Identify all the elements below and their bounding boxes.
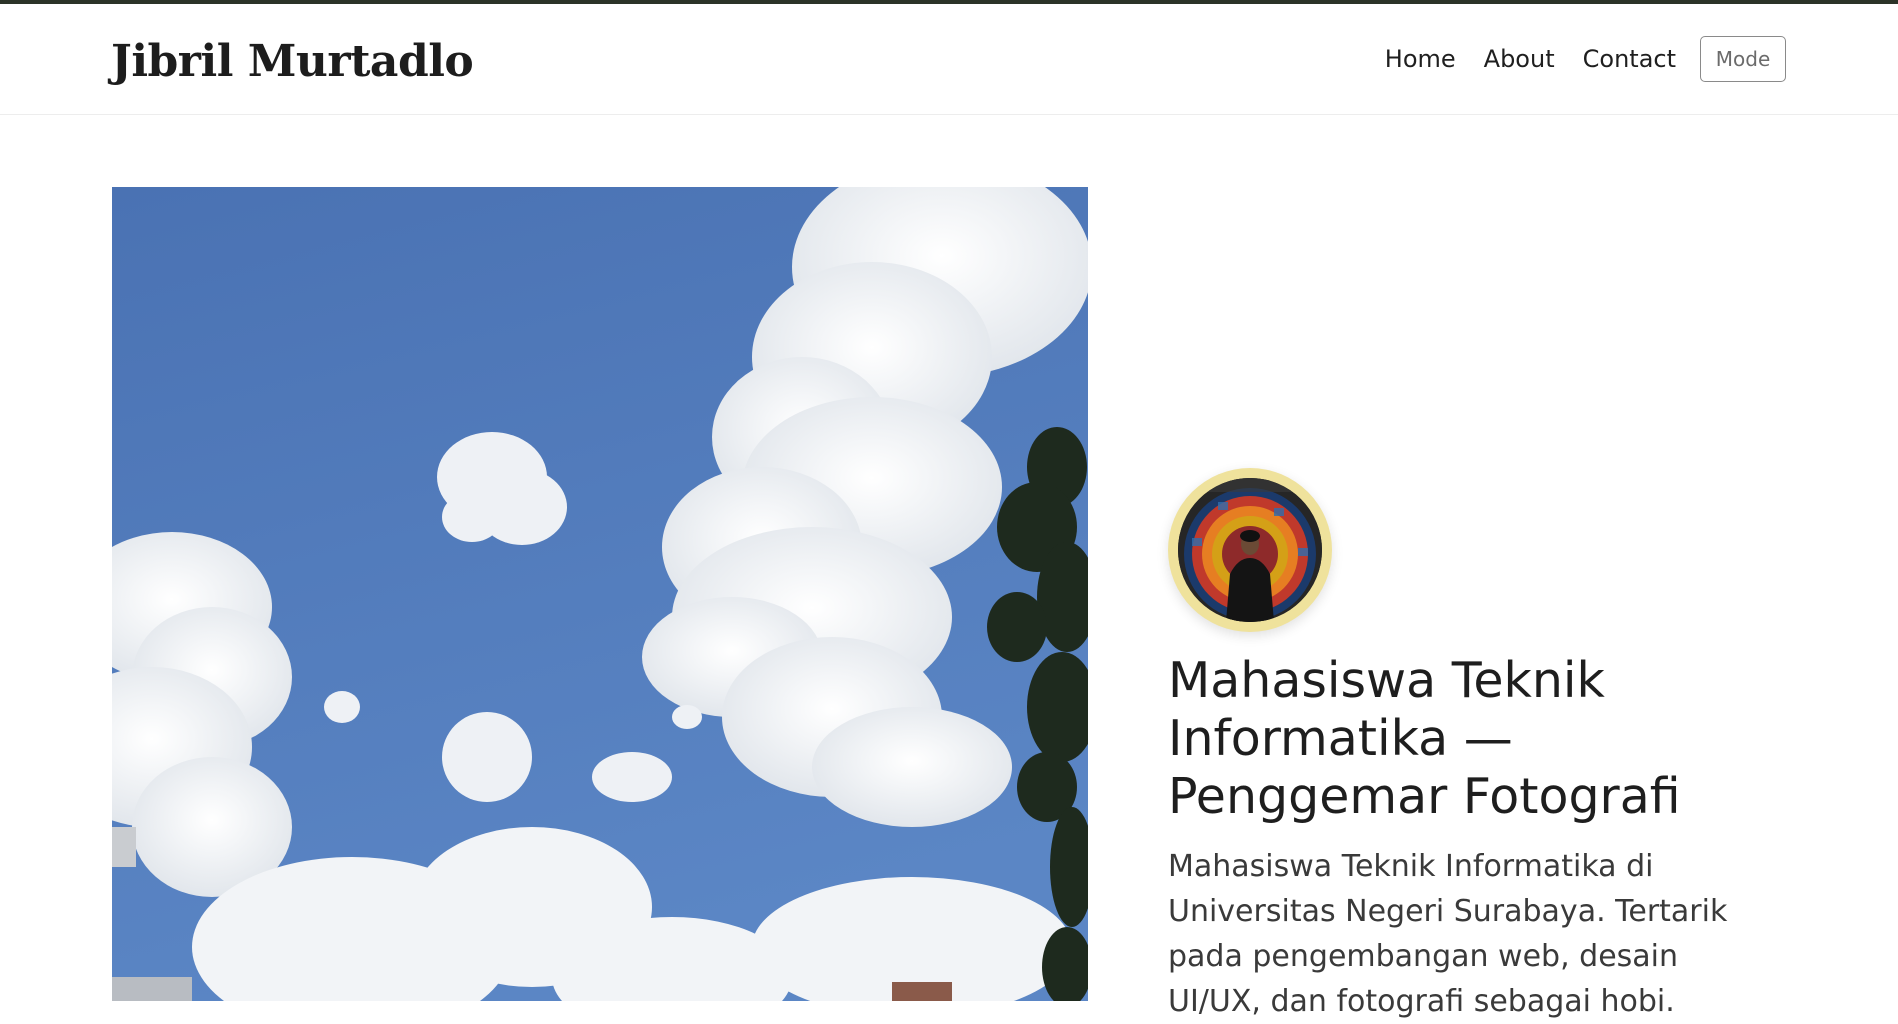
hero-photo (112, 187, 1088, 1001)
nav-home-link[interactable]: Home (1385, 39, 1456, 79)
site-header: Jibril Murtadlo Home About Contact Mode (0, 4, 1898, 115)
nav-about-link[interactable]: About (1484, 39, 1555, 79)
hero-intro-text: Mahasiswa Teknik Informatika di Universi… (1168, 849, 1728, 1019)
profile-avatar (1168, 468, 1332, 632)
main-nav: Home About Contact Mode (1357, 36, 1786, 82)
site-brand[interactable]: Jibril Murtadlo (111, 32, 474, 92)
mode-toggle-button[interactable]: Mode (1700, 36, 1786, 82)
hero-headline: Mahasiswa Teknik Informatika — Penggemar… (1168, 652, 1681, 825)
nav-contact-link[interactable]: Contact (1583, 39, 1676, 79)
